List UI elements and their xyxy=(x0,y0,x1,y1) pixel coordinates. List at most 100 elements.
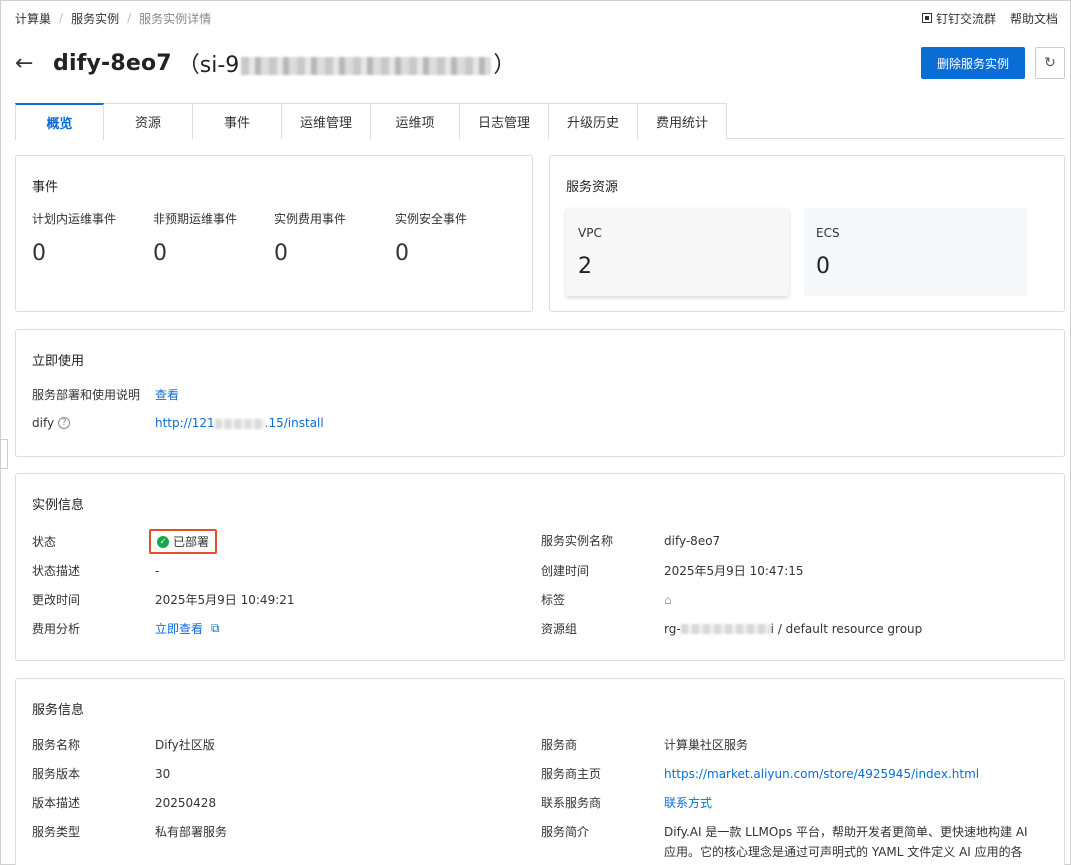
stat-label: 实例费用事件 xyxy=(274,212,347,226)
tab-resources[interactable]: 资源 xyxy=(104,103,193,139)
dingtalk-group-link[interactable]: 钉钉交流群 xyxy=(921,10,996,27)
help-circle-icon[interactable]: ? xyxy=(58,417,71,429)
check-circle-icon: ✓ xyxy=(157,535,169,548)
top-bar: 计算巢 / 服务实例 / 服务实例详情 钉钉交流群 帮助文档 xyxy=(1,1,1071,35)
tab-ops-items[interactable]: 运维项 xyxy=(371,103,460,139)
instance-id: （si-9 ） xyxy=(178,47,516,79)
svc-type-value: 私有部署服务 xyxy=(155,825,228,839)
use-now-title: 立即使用 xyxy=(32,354,85,369)
delete-instance-button[interactable]: 删除服务实例 xyxy=(920,47,1025,79)
header-actions: 删除服务实例 ↻ xyxy=(920,47,1065,79)
tab-upgrade-history[interactable]: 升级历史 xyxy=(549,103,638,139)
stat-planned-ops[interactable]: 计划内运维事件 0 xyxy=(32,210,116,266)
help-docs-link[interactable]: 帮助文档 xyxy=(1010,10,1058,27)
homepage-row: 服务商主页 https://market.aliyun.com/store/49… xyxy=(541,765,979,782)
page-title: dify-8eo7 xyxy=(53,50,172,76)
tab-events[interactable]: 事件 xyxy=(193,103,282,139)
resource-ecs[interactable]: ECS 0 xyxy=(804,208,1027,296)
homepage-label: 服务商主页 xyxy=(541,767,602,781)
tag-icon[interactable]: ⌂ xyxy=(664,593,672,607)
breadcrumb-item-current: 服务实例详情 xyxy=(139,11,212,26)
homepage-link[interactable]: https://market.aliyun.com/store/4925945/… xyxy=(664,767,979,781)
resource-vpc[interactable]: VPC 2 xyxy=(566,208,789,296)
status-desc-value: - xyxy=(155,563,160,578)
tab-cost-statistics[interactable]: 费用统计 xyxy=(638,103,727,139)
dify-label-group: dify ? xyxy=(32,416,155,430)
view-cost-link[interactable]: 立即查看 xyxy=(155,620,203,637)
external-link-icon[interactable]: ⧉ xyxy=(211,621,220,636)
service-info-title: 服务信息 xyxy=(32,703,85,718)
use-now-card: 立即使用 服务部署和使用说明 查看 dify ? http://121 .15/i… xyxy=(15,329,1065,457)
refresh-button[interactable]: ↻ xyxy=(1035,47,1065,79)
view-doc-link[interactable]: 查看 xyxy=(155,386,179,403)
intro-row: 服务简介 xyxy=(541,823,664,840)
dify-install-link[interactable]: http://121 .15/install xyxy=(155,416,324,430)
intro-value: Dify.AI 是一款 LLMOps 平台，帮助开发者更简单、更快速地构建 AI… xyxy=(664,825,1028,859)
status-label: 状态 xyxy=(32,535,57,549)
svc-version-value: 30 xyxy=(155,766,171,781)
events-card: 事件 计划内运维事件 0 非预期运维事件 0 实例费用事件 0 实例安全事件 0 xyxy=(15,155,533,312)
provider-label: 服务商 xyxy=(541,738,578,752)
breadcrumb-item-service-instances[interactable]: 服务实例 xyxy=(71,10,119,27)
instance-info-title: 实例信息 xyxy=(32,498,85,513)
provider-row: 服务商 计算巢社区服务 xyxy=(541,736,748,753)
dingtalk-group-label: 钉钉交流群 xyxy=(935,11,996,26)
status-desc-label: 状态描述 xyxy=(32,564,81,578)
instance-name-label: 服务实例名称 xyxy=(541,534,614,548)
tab-ops-management[interactable]: 运维管理 xyxy=(282,103,371,139)
stat-cost-events[interactable]: 实例费用事件 0 xyxy=(274,210,346,266)
breadcrumb: 计算巢 / 服务实例 / 服务实例详情 xyxy=(15,10,211,27)
tab-overview[interactable]: 概览 xyxy=(15,103,104,140)
modified-value: 2025年5月9日 10:49:21 xyxy=(155,593,295,607)
stat-value: 0 xyxy=(274,241,288,266)
status-value: 已部署 xyxy=(173,535,210,549)
back-arrow-icon[interactable]: ← xyxy=(15,51,53,76)
resource-group-row: 资源组 rg-i / default resource group xyxy=(541,620,922,637)
stat-label: 实例安全事件 xyxy=(395,212,468,226)
svc-version-label: 服务版本 xyxy=(32,767,81,781)
tab-bar: 概览 资源 事件 运维管理 运维项 日志管理 升级历史 费用统计 xyxy=(15,103,1065,140)
title-group: ← dify-8eo7 （si-9 ） xyxy=(15,47,515,79)
svc-version-row: 服务版本 30 xyxy=(32,765,170,782)
stat-unexpected-ops[interactable]: 非预期运维事件 0 xyxy=(153,210,237,266)
resource-group-label: 资源组 xyxy=(541,622,578,636)
svc-name-label: 服务名称 xyxy=(32,738,81,752)
contact-link[interactable]: 联系方式 xyxy=(664,794,712,811)
tag-label: 标签 xyxy=(541,593,566,607)
instance-id-prefix: （si-9 xyxy=(177,53,240,78)
svc-type-label: 服务类型 xyxy=(32,825,81,839)
cost-row: 费用分析 立即查看 ⧉ xyxy=(32,620,220,637)
topbar-links: 钉钉交流群 帮助文档 xyxy=(921,10,1058,27)
side-panel-handle[interactable] xyxy=(1,439,8,469)
svc-version-desc-label: 版本描述 xyxy=(32,796,81,810)
rg-prefix: rg- xyxy=(664,621,681,636)
dify-row: dify ? http://121 .15/install xyxy=(32,416,324,430)
rg-suffix: i / default resource group xyxy=(770,621,923,636)
tag-row: 标签 ⌂ xyxy=(541,591,672,608)
stat-value: 0 xyxy=(395,241,409,266)
tab-log-management[interactable]: 日志管理 xyxy=(460,103,549,139)
svc-version-desc-value: 20250428 xyxy=(155,795,217,810)
stat-security-events[interactable]: 实例安全事件 0 xyxy=(395,210,467,266)
modified-row: 更改时间 2025年5月9日 10:49:21 xyxy=(32,591,295,608)
refresh-icon: ↻ xyxy=(1044,55,1056,71)
resource-label: VPC xyxy=(578,226,602,240)
breadcrumb-item-compute-nest[interactable]: 计算巢 xyxy=(15,10,51,27)
instance-id-suffix: ） xyxy=(493,53,516,78)
redacted-rg xyxy=(680,624,771,634)
svc-name-row: 服务名称 Dify社区版 xyxy=(32,736,215,753)
svc-type-row: 服务类型 私有部署服务 xyxy=(32,823,227,840)
svc-name-value: Dify社区版 xyxy=(155,738,215,752)
redacted-id xyxy=(241,57,492,75)
stat-value: 0 xyxy=(32,241,46,266)
instance-info-card: 实例信息 状态 ✓ 已部署 状态描述 - 更改时间 2025年5月9日 10:4… xyxy=(15,473,1065,661)
status-row: 状态 ✓ 已部署 xyxy=(32,529,218,554)
resource-count: 2 xyxy=(578,254,592,279)
stat-value: 0 xyxy=(153,241,167,266)
intro-label: 服务简介 xyxy=(541,825,590,839)
install-url-prefix: http://121 xyxy=(155,416,215,430)
stat-label: 计划内运维事件 xyxy=(32,212,117,226)
provider-value: 计算巢社区服务 xyxy=(664,738,749,752)
resource-group-value: rg-i / default resource group xyxy=(664,622,922,636)
resource-count: 0 xyxy=(816,254,830,279)
